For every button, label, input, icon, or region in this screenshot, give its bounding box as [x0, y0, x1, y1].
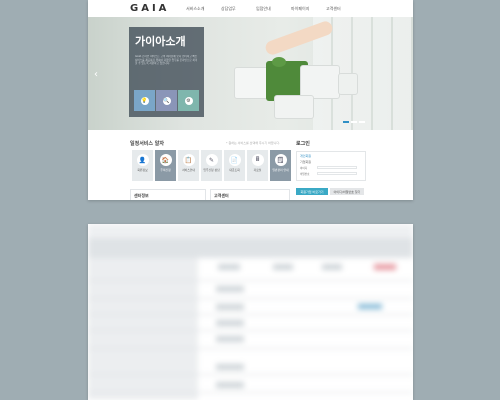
hero-link-2[interactable]: 🔍: [156, 90, 177, 111]
document-icon: 📄: [228, 154, 241, 166]
service-item-4[interactable]: ✎ 입주신청 상담: [201, 150, 222, 181]
gear-icon: ⚙: [184, 96, 193, 105]
lightbulb-icon: 💡: [140, 96, 149, 105]
login-password-input[interactable]: [317, 172, 357, 175]
service-item-7[interactable]: 🗒 일반관리 안내: [270, 150, 291, 181]
slide-dot-1[interactable]: [343, 121, 349, 123]
hero-link-1[interactable]: 💡: [134, 90, 155, 111]
calculator-icon: 🖩: [251, 154, 264, 166]
service-item-3[interactable]: 📋 서비스안내: [178, 150, 199, 181]
service-shortcuts: 👤 회원정보 🏠 주택신청 📋 서비스안내 ✎ 입주신청 상담 📄 대금조회 🖩: [132, 150, 291, 181]
service-item-1[interactable]: 👤 회원정보: [132, 150, 153, 181]
edit-icon: ✎: [205, 154, 218, 166]
service-item-6[interactable]: 🖩 자료실: [247, 150, 268, 181]
prev-slide-arrow[interactable]: ‹: [94, 69, 98, 80]
nav-item-support[interactable]: 고객센터: [326, 6, 361, 12]
login-form: 개인회원 기업회원 아이디 비밀번호: [296, 151, 366, 181]
center-info-section[interactable]: 센터정보: [130, 189, 206, 200]
site-logo[interactable]: GAIA: [130, 3, 169, 14]
sub-page-preview-blurred: [88, 224, 413, 400]
service-item-2[interactable]: 🏠 주택신청: [155, 150, 176, 181]
slide-dot-2[interactable]: [351, 121, 357, 123]
hero-quick-links: 💡 🔍 ⚙: [134, 90, 199, 111]
login-id-input[interactable]: [317, 166, 357, 169]
clipboard-icon: 📋: [182, 154, 195, 166]
notepad-icon: 🗒: [274, 154, 287, 166]
nav-item-store[interactable]: 입점안내: [256, 6, 291, 12]
slide-dot-3[interactable]: [359, 121, 365, 123]
main-page-preview: GAIA 서비스소개 상담업무 입점안내 마이페이지 고객센터 ‹ 가이아소개 …: [88, 0, 413, 200]
hero-title: 가이아소개: [135, 35, 186, 48]
main-nav: 서비스소개 상담업무 입점안내 마이페이지 고객센터: [186, 6, 361, 12]
hero-link-3[interactable]: ⚙: [178, 90, 199, 111]
hero-description: GAIA 온라인 서비스는 고객 여러분께 보다 편리하고 빠른 서비스를 제공…: [135, 55, 198, 66]
service-item-5[interactable]: 📄 대금조회: [224, 150, 245, 181]
customer-center-section[interactable]: 고객센터: [210, 189, 290, 200]
find-account-button[interactable]: 아이디/비밀번호 찾기: [330, 188, 364, 195]
hero-info-box: 가이아소개 GAIA 온라인 서비스는 고객 여러분께 보다 편리하고 빠른 서…: [129, 27, 204, 117]
nav-item-consult[interactable]: 상담업무: [221, 6, 256, 12]
services-note: * 원하는 서비스를 선택해 주시기 바랍니다.: [226, 141, 281, 145]
login-panel: 로그인 개인회원 기업회원 아이디 비밀번호: [296, 140, 366, 181]
hero-banner: ‹ 가이아소개 GAIA 온라인 서비스는 고객 여러분께 보다 편리하고 빠른…: [88, 17, 413, 130]
search-icon: 🔍: [162, 96, 171, 105]
services-title: 일정서비스 알자: [130, 141, 164, 147]
slide-indicator: [343, 121, 365, 123]
site-header: GAIA 서비스소개 상담업무 입점안내 마이페이지 고객센터: [88, 0, 413, 17]
user-icon: 👤: [136, 154, 149, 166]
home-icon: 🏠: [159, 154, 172, 166]
nav-item-service[interactable]: 서비스소개: [186, 6, 221, 12]
login-title: 로그인: [296, 141, 310, 147]
nav-item-mypage[interactable]: 마이페이지: [291, 6, 326, 12]
login-option-personal[interactable]: 개인회원: [300, 154, 362, 158]
login-option-business[interactable]: 기업회원: [300, 160, 362, 164]
blurred-content: [88, 224, 413, 400]
join-button[interactable]: 회원가입 바로가기: [296, 188, 328, 195]
